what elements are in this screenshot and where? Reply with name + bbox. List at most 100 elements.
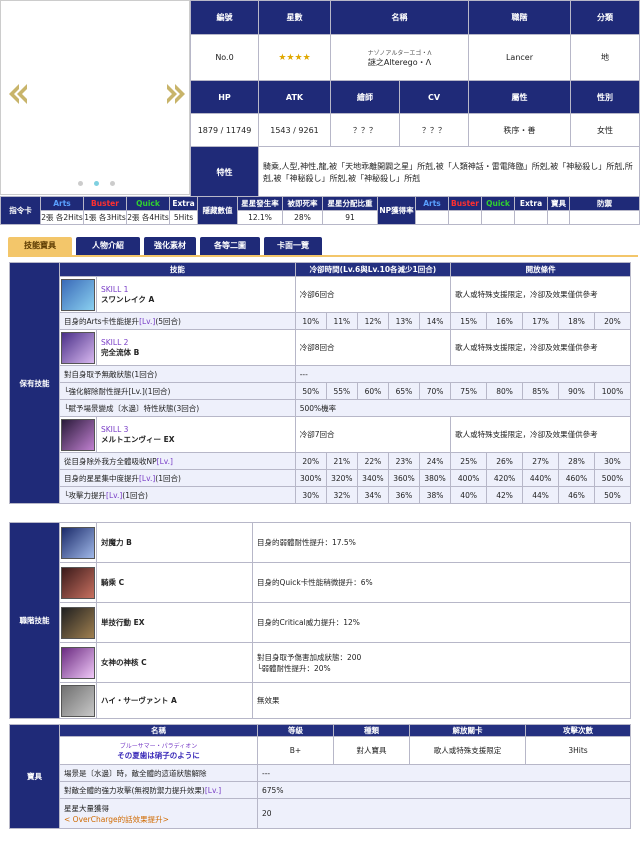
gender-value: 女性	[570, 113, 640, 147]
skill2-name: 完全流体 B	[101, 347, 140, 357]
level-marker: [Lv.]	[106, 490, 123, 500]
np-buster-header: Buster	[448, 196, 482, 211]
carousel-dots[interactable]	[78, 179, 126, 188]
magic-resistance-icon	[61, 526, 95, 559]
value-cell: 30%	[593, 452, 632, 470]
skill3-title: SKILL 3 メルトエンヴィー EX	[96, 416, 296, 453]
value-cell: 50%	[593, 486, 632, 504]
value-cell: 34%	[356, 486, 389, 504]
skill2-effect1-label: 對自身取予無敵狀態(1回合)	[59, 365, 296, 383]
np-header-hits: 攻擊次數	[525, 724, 631, 737]
skill3-effect1-label: 從目身除外我方全體吸收NP[Lv.]	[59, 452, 296, 470]
skill2-effect3-value: 500%機率	[294, 399, 632, 417]
np-rank: B+	[257, 736, 334, 765]
header-atk: ATK	[258, 80, 331, 114]
value-cell: 420%	[486, 469, 524, 487]
header-class: 職階	[468, 0, 571, 35]
header-stars: 星數	[258, 0, 331, 35]
value-cell: 70%	[419, 382, 452, 400]
value-cell: 30%	[294, 486, 327, 504]
value-cell: 27%	[522, 452, 560, 470]
noble-phantasm-table: 寶具 名稱 等級 種類 解放關卡 攻擊次數 ブルーサマー・パラディオン その夏歯は…	[9, 724, 631, 829]
tab-materials[interactable]: 強化素材	[144, 237, 196, 255]
arts-value: 2張 各2Hits	[40, 210, 84, 225]
np-ruby: ブルーサマー・パラディオン	[119, 742, 198, 750]
portrait-carousel	[0, 0, 190, 195]
class-skill5-desc: 無效果	[252, 682, 631, 719]
value-cell: 90%	[558, 382, 595, 400]
star-gen-value: 12.1%	[237, 210, 283, 225]
command-card-label: 指令卡	[0, 196, 41, 225]
skill2-tag: SKILL 2	[101, 337, 129, 347]
skill2-effect1-value: ---	[294, 365, 632, 383]
level-marker: [Lv.]	[204, 785, 222, 795]
carousel-dot[interactable]	[78, 181, 83, 186]
skill2-icon	[59, 329, 97, 366]
active-skills-table: 保有技能 技能 冷卻時間(Lv.6與Lv.10各減少1回合) 開放條件 SKIL…	[9, 262, 632, 504]
servant-category: 地	[570, 34, 640, 81]
value-cell: 85%	[522, 382, 560, 400]
class-skill4-desc-line2: └弱體耐性提升：20%	[257, 663, 331, 673]
np-section-label: 寶具	[9, 724, 60, 829]
skills-section-label: 保有技能	[9, 262, 60, 504]
np-header-unlock: 解放關卡	[409, 724, 526, 737]
skill1-icon	[59, 276, 97, 313]
death-rate-value: 28%	[282, 210, 323, 225]
class-skill1-icon	[59, 522, 97, 563]
header-gender: 性別	[570, 80, 640, 114]
np-def-header: 防禦	[569, 196, 640, 211]
np-name: その夏歯は硝子のように	[117, 750, 200, 760]
prev-arrow-icon[interactable]	[5, 81, 31, 107]
class-skill5-name: ハイ・サーヴァント A	[96, 682, 253, 719]
goddess-core-icon	[61, 646, 95, 679]
level-marker: [Lv.]	[139, 473, 156, 483]
star-weight-value: 91	[322, 210, 378, 225]
tab-art[interactable]: 各等二圖	[200, 237, 260, 255]
np-extra-header: Extra	[514, 196, 548, 211]
tab-profile[interactable]: 人物介紹	[76, 237, 140, 255]
star-weight-header: 星星分配比重	[322, 196, 378, 211]
skill2-effect3-label: └賦予場景變成〔水邊〕特性狀態(3回合)	[59, 399, 296, 417]
value-cell: 20%	[294, 452, 327, 470]
value-cell: 22%	[356, 452, 389, 470]
value-cell: 65%	[387, 382, 421, 400]
quick-value: 2張 各4Hits	[126, 210, 170, 225]
value-cell: 44%	[522, 486, 560, 504]
value-cell: 100%	[593, 382, 632, 400]
value-cell: 26%	[486, 452, 524, 470]
traits-value: 騎乘,人型,神性,龍,被「天地乖離開闢之星」所剋,被「人類神話・雷電降臨」所剋,…	[258, 146, 640, 199]
servant-class: Lancer	[468, 34, 571, 81]
attribute-value: 秩序・善	[468, 113, 571, 147]
carousel-dot-active[interactable]	[94, 181, 99, 186]
star-gen-header: 星星發生率	[237, 196, 283, 211]
value-cell: 32%	[325, 486, 358, 504]
card-stats-table: 指令卡 Arts Buster Quick Extra 隱藏數值 星星發生率 被…	[0, 196, 640, 225]
class-skill3-desc: 目身的Critical威力提升：12%	[252, 602, 631, 643]
header-number: 編號	[190, 0, 259, 35]
effect-label-text: └強化解除耐性提升[Lv.](1回合)	[64, 386, 171, 396]
value-cell: 55%	[325, 382, 358, 400]
skill3-name: メルトエンヴィー EX	[101, 434, 175, 444]
tab-skills[interactable]: 技能寶具	[8, 237, 72, 255]
np-effect1-value: ---	[257, 764, 631, 782]
value-cell: 28%	[558, 452, 595, 470]
next-arrow-icon[interactable]	[163, 81, 189, 107]
value-cell: 12%	[356, 312, 389, 330]
riding-icon	[61, 566, 95, 599]
tab-cards[interactable]: 卡面一覽	[264, 237, 322, 255]
np-header-rank: 等級	[257, 724, 334, 737]
carousel-dot[interactable]	[110, 181, 115, 186]
class-skills-label: 職階技能	[9, 522, 60, 719]
value-cell: 360%	[387, 469, 421, 487]
skill2-title: SKILL 2 完全流体 B	[96, 329, 296, 366]
np-header-type: 種類	[333, 724, 410, 737]
star-rating: ★★★★	[258, 34, 331, 81]
value-cell: 60%	[356, 382, 389, 400]
np-gain-label: NP獲得率	[377, 196, 416, 225]
value-cell: 40%	[450, 486, 488, 504]
class-skill2-icon	[59, 562, 97, 603]
value-cell: 14%	[419, 312, 452, 330]
value-cell: 50%	[294, 382, 327, 400]
skill1-title: SKILL 1 スワンレイク A	[96, 276, 296, 313]
hidden-stats-label: 隱藏數值	[197, 196, 238, 225]
